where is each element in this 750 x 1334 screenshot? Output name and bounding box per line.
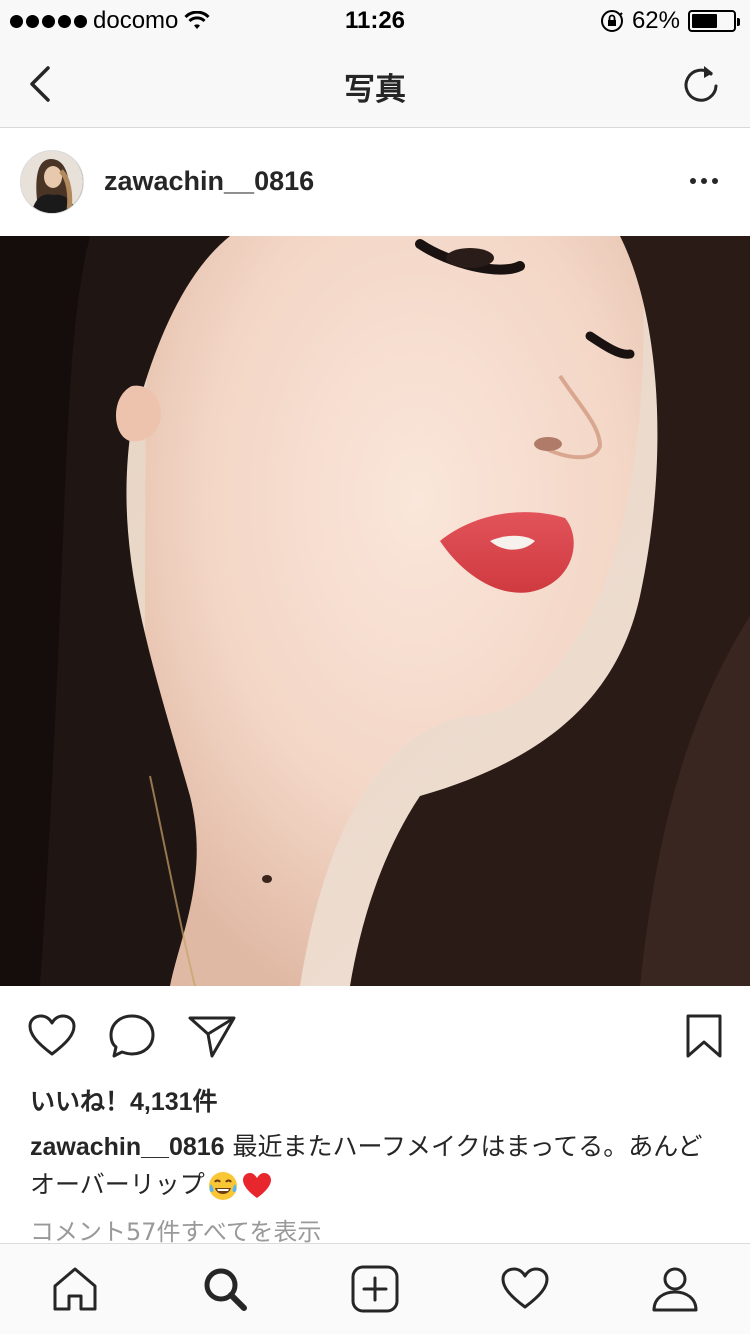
post-photo[interactable] — [0, 236, 750, 986]
avatar[interactable] — [20, 150, 84, 214]
add-post-icon[interactable] — [350, 1264, 400, 1314]
nav-bar: 写真 — [0, 40, 750, 128]
battery-fill — [692, 14, 717, 28]
carrier-label: docomo — [93, 7, 179, 34]
post-actions — [0, 986, 750, 1084]
ellipsis-icon[interactable] — [684, 169, 724, 193]
page-title: 写真 — [344, 72, 406, 108]
share-icon[interactable] — [186, 1012, 238, 1060]
status-bar: docomo 11:26 62% — [0, 0, 750, 40]
search-icon[interactable] — [200, 1264, 250, 1314]
avatar-image — [21, 151, 83, 213]
caption-username[interactable]: zawachin__0816 — [30, 1133, 225, 1161]
heart-icon[interactable] — [26, 1012, 78, 1060]
wifi-icon — [184, 11, 210, 29]
battery-percent: 62% — [631, 7, 680, 34]
likes-count[interactable]: いいね！4,131件 — [30, 1082, 218, 1118]
refresh-icon[interactable] — [680, 62, 722, 106]
signal-dots-icon — [10, 14, 87, 28]
status-left: docomo — [10, 7, 210, 35]
chevron-left-icon[interactable] — [20, 62, 60, 106]
home-icon[interactable] — [50, 1264, 100, 1314]
view-all-comments-link[interactable]: コメント57件すべてを表示 — [30, 1212, 321, 1247]
rotation-lock-icon — [600, 10, 623, 32]
post-caption: zawachin__0816 最近またハーフメイクはまってる。あんどオーバーリッ… — [30, 1128, 720, 1204]
post-header: zawachin__0816 — [0, 129, 750, 236]
post-username[interactable]: zawachin__0816 — [104, 166, 314, 197]
activity-heart-icon[interactable] — [500, 1264, 550, 1314]
comment-icon[interactable] — [106, 1012, 158, 1060]
post-photo-image — [0, 236, 750, 986]
battery-icon — [688, 10, 740, 32]
bookmark-icon[interactable] — [678, 1012, 730, 1060]
profile-icon[interactable] — [650, 1264, 700, 1314]
status-right: 62% — [600, 7, 740, 35]
face-with-tears-of-joy-emoji — [208, 1172, 237, 1200]
red-heart-emoji — [242, 1173, 271, 1198]
tab-bar — [0, 1243, 750, 1334]
